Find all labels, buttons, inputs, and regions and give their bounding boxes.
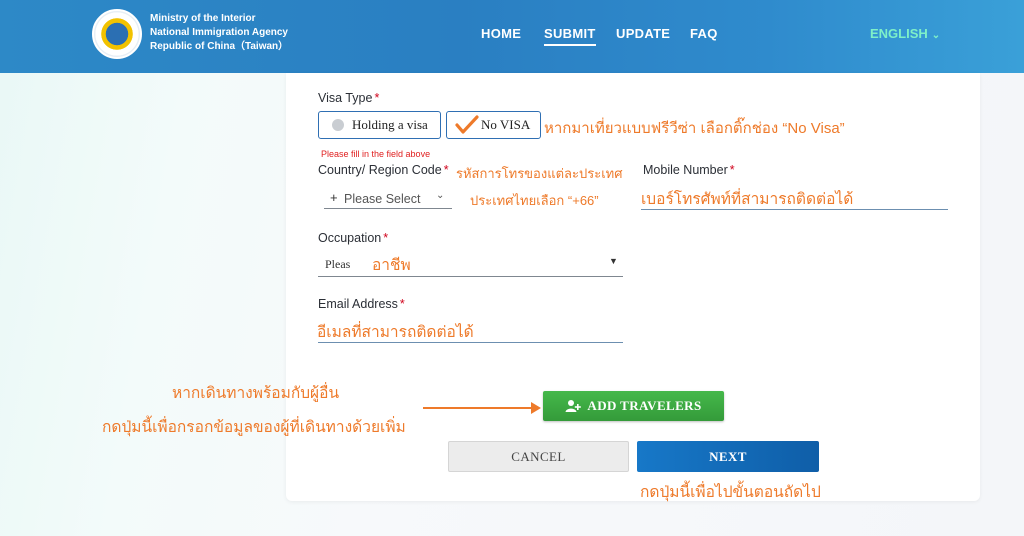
travel-with-others-annotation: หากเดินทางพร้อมกับผู้อื่น: [172, 385, 340, 402]
caret-down-icon: ▼: [609, 256, 618, 266]
occupation-label: Occupation *: [318, 231, 388, 245]
agency-name-line-2: National Immigration Agency: [150, 27, 288, 38]
country-code-label-text: Country/ Region Code: [318, 163, 442, 177]
holding-visa-option[interactable]: Holding a visa: [318, 111, 441, 139]
email-label-text: Email Address: [318, 297, 398, 311]
nav-update[interactable]: UPDATE: [616, 26, 670, 41]
next-label: NEXT: [709, 448, 747, 464]
chevron-down-icon: ⌄: [436, 190, 445, 201]
nav-faq[interactable]: FAQ: [690, 26, 718, 41]
add-travelers-button[interactable]: ADD TRAVELERS: [543, 391, 724, 421]
error-message: Please fill in the field above: [321, 149, 431, 159]
annotation-arrow: [423, 407, 535, 409]
mobile-number-label: Mobile Number *: [643, 163, 735, 177]
occupation-placeholder: Pleas: [325, 257, 351, 271]
agency-name-line-3: Republic of China（Taiwan）: [150, 41, 289, 52]
thai-code-annotation: ประเทศไทยเลือก “+66”: [470, 193, 599, 208]
email-label: Email Address *: [318, 297, 405, 311]
mobile-annotation: เบอร์โทรศัพท์ที่สามารถติดต่อได้: [641, 191, 854, 208]
mobile-number-label-text: Mobile Number: [643, 163, 728, 177]
chevron-down-icon: ⌄: [931, 30, 941, 41]
occupation-label-text: Occupation: [318, 231, 382, 245]
mobile-underline: [641, 209, 948, 210]
radio-unselected-icon: [332, 119, 344, 131]
country-code-annotation: รหัสการโทรของแต่ละประเทศ: [456, 166, 623, 181]
checkmark-icon: [455, 114, 479, 136]
add-travelers-annotation: กดปุ่มนี้เพื่อกรอกข้อมูลของผู้ที่เดินทาง…: [102, 419, 406, 436]
holding-visa-label: Holding a visa: [352, 117, 428, 132]
country-code-underline: [324, 208, 452, 209]
language-label: ENGLISH: [870, 26, 928, 41]
visa-type-label-text: Visa Type: [318, 91, 373, 105]
add-travelers-label: ADD TRAVELERS: [587, 398, 702, 413]
occupation-underline: [318, 276, 623, 277]
site-header: Ministry of the Interior National Immigr…: [0, 0, 1024, 73]
no-visa-option[interactable]: No VISA: [446, 111, 541, 139]
occupation-annotation: อาชีพ: [372, 257, 411, 274]
arrow-right-icon: [531, 402, 541, 414]
required-marker: *: [399, 297, 405, 311]
agency-name: Ministry of the Interior National Immigr…: [150, 12, 288, 54]
add-user-icon: [565, 400, 582, 412]
cancel-button[interactable]: CANCEL: [448, 441, 629, 472]
nav-submit[interactable]: SUBMIT: [544, 26, 596, 46]
agency-name-line-1: Ministry of the Interior: [150, 13, 256, 24]
required-marker: *: [383, 231, 389, 245]
language-selector[interactable]: ENGLISH ⌄: [870, 26, 940, 41]
no-visa-annotation: หากมาเที่ยวแบบฟรีวีซ่า เลือกติ๊กช่อง “No…: [544, 120, 845, 137]
no-visa-label: No VISA: [481, 117, 531, 132]
country-code-label: Country/ Region Code *: [318, 163, 449, 177]
agency-logo: [92, 9, 142, 59]
cancel-label: CANCEL: [511, 448, 566, 464]
email-underline: [318, 342, 623, 343]
email-annotation: อีเมลที่สามารถติดต่อได้: [317, 324, 474, 341]
next-annotation: กดปุ่มนี้เพื่อไปขั้นตอนถัดไป: [640, 484, 821, 501]
required-marker: *: [374, 91, 380, 105]
next-button[interactable]: NEXT: [637, 441, 819, 472]
required-marker: *: [443, 163, 449, 177]
visa-type-label: Visa Type *: [318, 91, 379, 105]
country-code-prefix: +: [330, 190, 338, 205]
nav-home[interactable]: HOME: [481, 26, 521, 41]
required-marker: *: [729, 163, 735, 177]
country-code-placeholder: Please Select: [344, 192, 421, 206]
